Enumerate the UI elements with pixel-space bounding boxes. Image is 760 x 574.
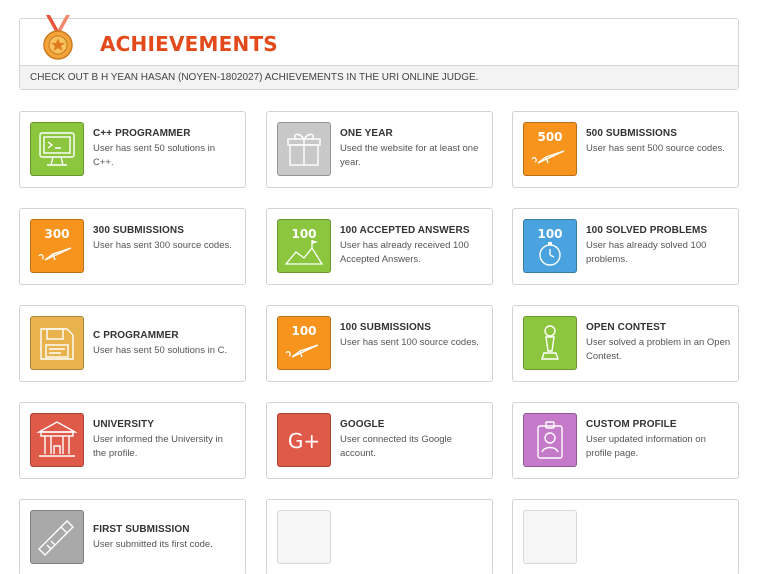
achievement-card[interactable]: 500 500 SUBMISSIONS User has sent 500 so…	[512, 111, 739, 188]
achievement-description: User has sent 50 solutions in C++.	[93, 143, 215, 168]
achievement-title: FIRST SUBMISSION	[93, 524, 190, 535]
achievements-header: ACHIEVEMENTS CHECK OUT B H YEAN HASAN (N…	[19, 15, 739, 90]
flag-icon: 100	[277, 219, 331, 273]
achievement-card[interactable]: 300 300 SUBMISSIONS User has sent 300 so…	[19, 208, 246, 285]
achievement-description: User submitted its first code.	[93, 539, 213, 550]
google-plus-icon: G+	[277, 413, 331, 467]
achievement-card[interactable]: ONE YEAR Used the website for at least o…	[266, 111, 493, 188]
achievement-card[interactable]: G+ GOOGLE User connected its Google acco…	[266, 402, 493, 479]
floppy-icon	[30, 316, 84, 370]
achievement-description: User informed the University in the prof…	[93, 434, 223, 459]
achievement-description: User has already received 100 Accepted A…	[340, 240, 469, 265]
header-top: ACHIEVEMENTS	[20, 15, 738, 65]
stopwatch-icon: 100	[523, 219, 577, 273]
paper-plane-icon: 100	[277, 316, 331, 370]
achievement-description: User has sent 50 solutions in C.	[93, 345, 228, 356]
achievement-description: User has sent 500 source codes.	[586, 143, 725, 154]
achievement-description: User has sent 100 source codes.	[340, 337, 479, 348]
badge-number: 100	[537, 227, 562, 241]
achievement-title: 300 SUBMISSIONS	[93, 225, 184, 236]
empty-badge	[523, 510, 577, 564]
page-title: ACHIEVEMENTS	[100, 32, 278, 56]
achievement-card[interactable]: FIRST SUBMISSION User submitted its firs…	[19, 499, 246, 574]
page-subtitle: CHECK OUT B H YEAN HASAN (NOYEN-1802027)…	[20, 65, 738, 89]
achievement-card[interactable]: C PROGRAMMER User has sent 50 solutions …	[19, 305, 246, 382]
achievement-title: OPEN CONTEST	[586, 322, 667, 333]
achievement-card[interactable]: 100 100 SOLVED PROBLEMS User has already…	[512, 208, 739, 285]
achievement-title: C++ PROGRAMMER	[93, 128, 191, 139]
achievement-description: User has sent 300 source codes.	[93, 240, 232, 251]
paper-plane-icon: 500	[523, 122, 577, 176]
achievement-title: UNIVERSITY	[93, 419, 155, 430]
empty-badge	[277, 510, 331, 564]
badge-number: 100	[291, 227, 316, 241]
badge-number: 300	[44, 227, 69, 241]
achievement-title: 100 SUBMISSIONS	[340, 322, 431, 333]
paper-plane-icon: 300	[30, 219, 84, 273]
achievement-description: User updated information on profile page…	[586, 434, 706, 459]
chess-pawn-icon	[523, 316, 577, 370]
achievement-card[interactable]: 100 100 ACCEPTED ANSWERS User has alread…	[266, 208, 493, 285]
achievement-title: ONE YEAR	[340, 128, 393, 139]
achievement-description: User connected its Google account.	[340, 434, 452, 459]
medal-icon	[43, 15, 73, 60]
achievement-card[interactable]: UNIVERSITY User informed the University …	[19, 402, 246, 479]
achievement-title: 100 SOLVED PROBLEMS	[586, 225, 708, 236]
achievement-card[interactable]: CUSTOM PROFILE User updated information …	[512, 402, 739, 479]
id-badge-icon	[523, 413, 577, 467]
achievement-card[interactable]: C++ PROGRAMMER User has sent 50 solution…	[19, 111, 246, 188]
achievement-card[interactable]: OPEN CONTEST User solved a problem in an…	[512, 305, 739, 382]
achievement-description: User solved a problem in an Open Contest…	[586, 337, 731, 362]
badge-number: 500	[537, 130, 562, 144]
badge-number: 100	[291, 324, 316, 338]
university-icon	[30, 413, 84, 467]
achievement-title: GOOGLE	[340, 419, 385, 430]
achievement-title: CUSTOM PROFILE	[586, 419, 677, 430]
achievement-description: User has already solved 100 problems.	[586, 240, 707, 265]
badge-label: G+	[288, 429, 320, 453]
achievement-title: C PROGRAMMER	[93, 330, 179, 341]
achievement-card-empty	[512, 499, 739, 574]
gift-icon	[277, 122, 331, 176]
achievement-card-empty	[266, 499, 493, 574]
achievement-title: 100 ACCEPTED ANSWERS	[340, 225, 470, 236]
achievement-card[interactable]: 100 100 SUBMISSIONS User has sent 100 so…	[266, 305, 493, 382]
achievement-description: Used the website for at least one year.	[340, 143, 479, 168]
achievement-title: 500 SUBMISSIONS	[586, 128, 677, 139]
usb-stick-icon	[30, 510, 84, 564]
monitor-icon	[30, 122, 84, 176]
